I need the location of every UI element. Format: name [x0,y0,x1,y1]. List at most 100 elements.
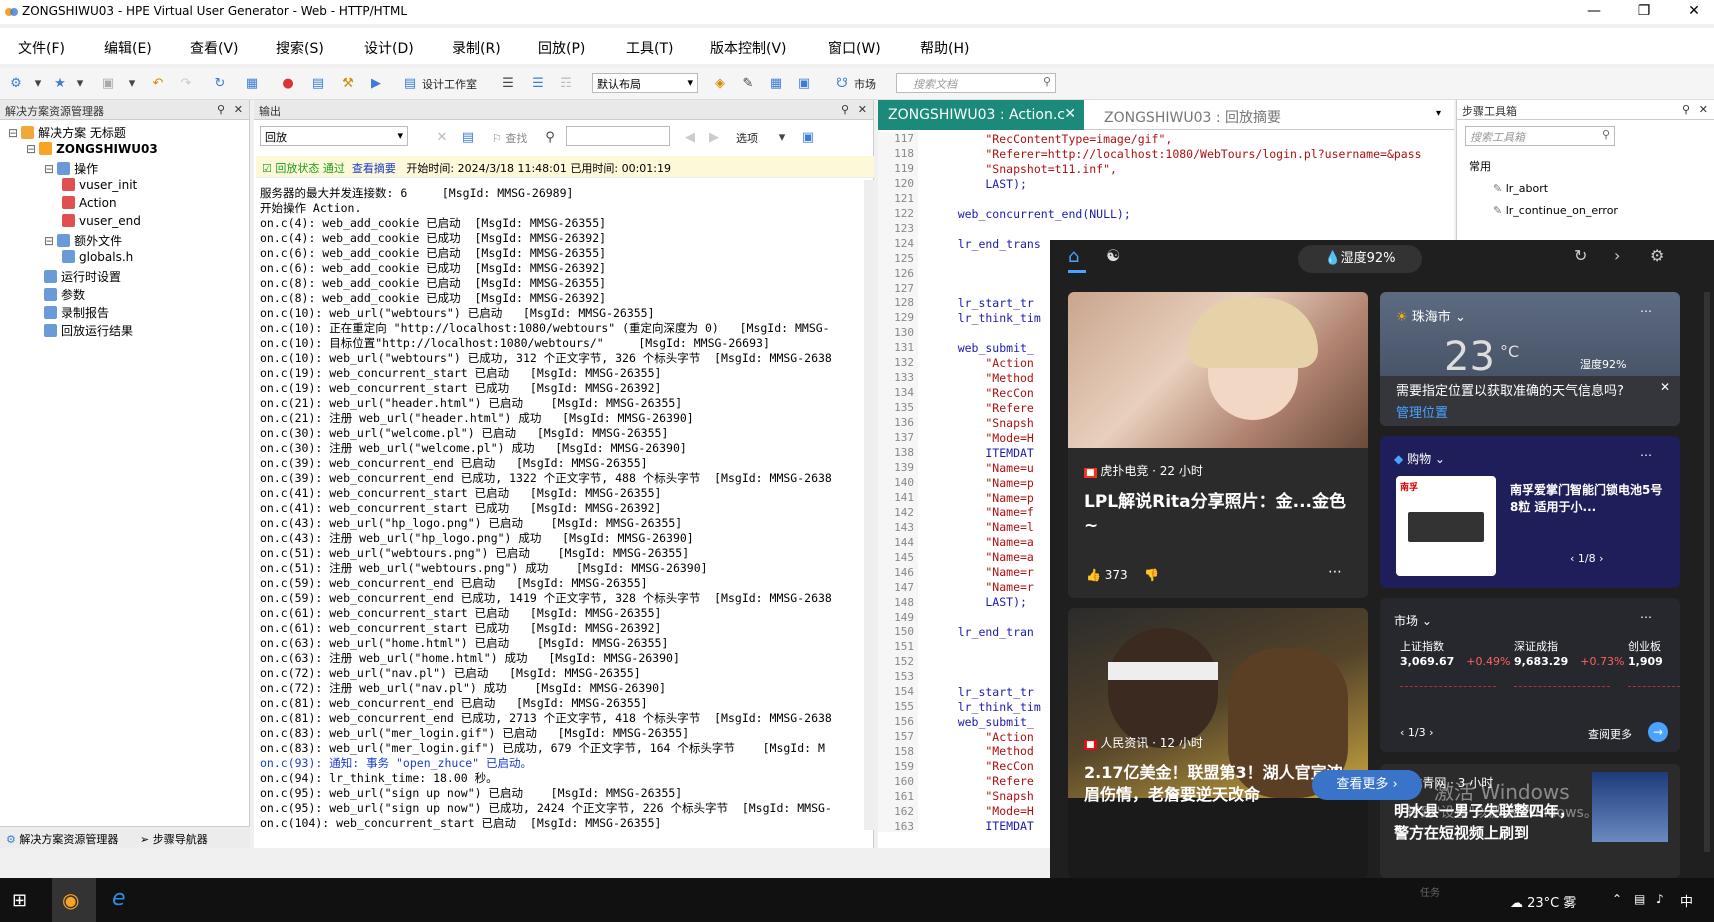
search-icon[interactable]: ⚲ [1602,128,1610,141]
market-card[interactable]: 市场 ⌄ ⋯ 上证指数 3,069.67 +0.49% 深证成指 9,683.29 +0.… [1380,598,1680,752]
taskbar-weather[interactable]: ☁ 23°C 雾 [1510,892,1576,911]
network-icon[interactable]: ▤ [1634,892,1645,906]
design-studio-button[interactable]: 设计工作室 [422,76,477,92]
menu-item[interactable]: 回放(P) [538,38,585,58]
widget-scrollbar[interactable] [1704,292,1710,852]
design-studio-icon[interactable]: ▤ [402,76,418,92]
close-icon[interactable]: ✕ [1699,103,1708,116]
grid-icon[interactable]: ▦ [768,76,784,92]
like-button[interactable]: 👍 373 [1086,568,1128,582]
collapse-icon[interactable]: ⊟ [44,162,54,176]
toolbox-item-lr-continue-on-error[interactable]: ✎ lr_continue_on_error [1493,204,1618,217]
save-output-icon[interactable]: ▣ [800,130,816,146]
windows-start-icon[interactable]: ⊞ [12,890,27,911]
menu-item[interactable]: 帮助(H) [920,38,969,58]
clear-icon[interactable]: ✕ [434,130,450,146]
pen-icon[interactable]: ✎ [740,76,756,92]
product-title[interactable]: 南孚爱掌门智能门锁电池5号8粒 适用于小... [1510,482,1666,516]
close-icon[interactable]: ✕ [1064,106,1076,122]
menu-item[interactable]: 编辑(E) [104,38,152,58]
layout-select[interactable]: 默认布局 ▾ [592,73,698,93]
tree-item[interactable]: ⊟ 解决方案 无标题 [8,124,126,141]
undo-icon[interactable]: ↶ [150,76,166,92]
volume-icon[interactable]: ♪ [1656,892,1664,906]
tree-icon[interactable]: ☶ [558,76,574,92]
shopping-label[interactable]: ◆ 购物 ⌄ [1394,450,1445,467]
copy-icon[interactable]: ▤ [460,130,476,146]
play-icon[interactable]: ▶ [368,76,384,92]
compile-icon[interactable]: ↻ [212,76,228,92]
tab-action-c[interactable]: ZONGSHIWU03 : Action.c ✕ [878,100,1084,130]
tree-item[interactable]: 运行时设置 [44,268,121,285]
market-more-link[interactable]: 查阅更多 [1588,726,1632,742]
ime-indicator[interactable]: 中 [1680,891,1693,910]
thumbs-down-icon[interactable]: 👎 [1144,568,1159,582]
tree-item[interactable]: vuser_end [62,214,141,228]
steps-icon[interactable]: ☰ [530,76,546,92]
replay-settings-icon[interactable]: ▦ [244,76,260,92]
output-source-select[interactable]: 回放 ▾ [260,126,408,146]
save-icon[interactable]: ▣ [100,76,116,92]
refresh-icon[interactable]: ↻ [1574,246,1587,265]
new-solution-icon[interactable]: ⚙ [8,76,24,92]
script-icon[interactable]: ▤ [310,76,326,92]
chevron-down-icon[interactable]: ▾ [124,76,140,92]
pin-icon[interactable]: ⚲ [1682,103,1690,116]
pin-icon[interactable]: ⚲ [217,103,225,116]
collapse-icon[interactable]: ⊟ [26,142,36,156]
menu-item[interactable]: 工具(T) [626,38,673,58]
market-label[interactable]: 市场 ⌄ [1394,612,1432,629]
market-item[interactable]: 上证指数 3,069.67 +0.49% [1400,638,1510,687]
chevron-down-icon[interactable]: ▾ [1436,108,1441,119]
runtime-icon[interactable]: ⚒ [340,76,356,92]
more-icon[interactable]: ⋯ [1328,564,1342,580]
more-icon[interactable]: ⋯ [1640,304,1652,318]
chevron-right-icon[interactable]: › [1429,726,1433,739]
tree-item[interactable]: vuser_init [62,178,137,192]
market-button[interactable]: 市场 [854,76,876,92]
chevron-right-icon[interactable]: › [1614,246,1620,265]
close-icon[interactable]: ✕ [234,103,243,116]
maximize-button[interactable]: ❐ [1624,0,1664,24]
menu-item[interactable]: 搜索(S) [276,38,324,58]
arrow-right-icon[interactable]: → [1648,722,1668,742]
shield-icon[interactable]: ◈ [712,76,728,92]
more-icon[interactable]: ⋯ [1640,448,1652,462]
output-scrollbar[interactable] [864,180,874,830]
manage-location-link[interactable]: 管理位置 [1396,402,1448,421]
chevron-down-icon[interactable]: ▾ [30,76,46,92]
chevron-up-icon[interactable]: ⌃ [1612,892,1622,906]
chevron-left-icon[interactable]: ‹ [1570,552,1574,565]
view-summary-link[interactable]: 查看摘要 [352,162,396,175]
shopping-card[interactable]: ◆ 购物 ⌄ ⋯ 南孚 南孚爱掌门智能门锁电池5号8粒 适用于小... ‹ 1/… [1380,436,1680,588]
tree-item[interactable]: 回放运行结果 [44,322,133,339]
close-button[interactable]: ✕ [1674,0,1714,24]
tree-item[interactable]: 参数 [44,286,85,303]
taskbar-vugen-button[interactable]: ◉ [52,878,96,922]
tree-item[interactable]: Action [62,196,117,210]
pin-icon[interactable]: ⚲ [841,103,849,116]
open-icon[interactable]: ★ [52,76,68,92]
menu-item[interactable]: 查看(V) [190,38,239,58]
tab-replay-summary[interactable]: ZONGSHIWU03 : 回放摘要 [1094,100,1291,130]
chevron-down-icon[interactable]: ▾ [72,76,88,92]
humidity-pill[interactable]: 💧湿度92% [1298,245,1422,273]
window-icon[interactable]: ▣ [796,76,812,92]
find-button[interactable]: ⚐ 查找 [492,130,527,146]
toolbox-item-lr-abort[interactable]: ✎ lr_abort [1493,182,1548,195]
weather-card[interactable]: ☀ 珠海市 ⌄ ⋯ 23 °C 湿度92% 需要指定位置以获取准确的天气信息吗?… [1380,292,1680,426]
see-more-button[interactable]: 查看更多 › [1312,770,1422,800]
record-icon[interactable]: ● [280,76,296,92]
settings-icon[interactable]: ⚙ [1650,246,1664,265]
tab-step-navigator[interactable]: ➢ 步骤导航器 [140,831,208,847]
toolbox-group-common[interactable]: 常用 [1469,158,1491,174]
next-icon[interactable]: ▶ [706,130,722,146]
tree-item[interactable]: ⊟ 额外文件 [44,232,122,249]
chevron-down-icon[interactable]: ▾ [774,130,790,146]
news-headline-1[interactable]: LPL解说Rita分享照片：金...金色~ [1084,490,1354,538]
weather-location[interactable]: ☀ 珠海市 ⌄ [1396,306,1466,325]
menu-item[interactable]: 窗口(W) [828,38,881,58]
menu-item[interactable]: 版本控制(V) [710,38,787,58]
chevron-right-icon[interactable]: › [1599,552,1603,565]
news-card-1[interactable]: ■ 虎扑电竞 · 22 小时 LPL解说Rita分享照片：金...金色~ 👍 3… [1068,292,1368,598]
